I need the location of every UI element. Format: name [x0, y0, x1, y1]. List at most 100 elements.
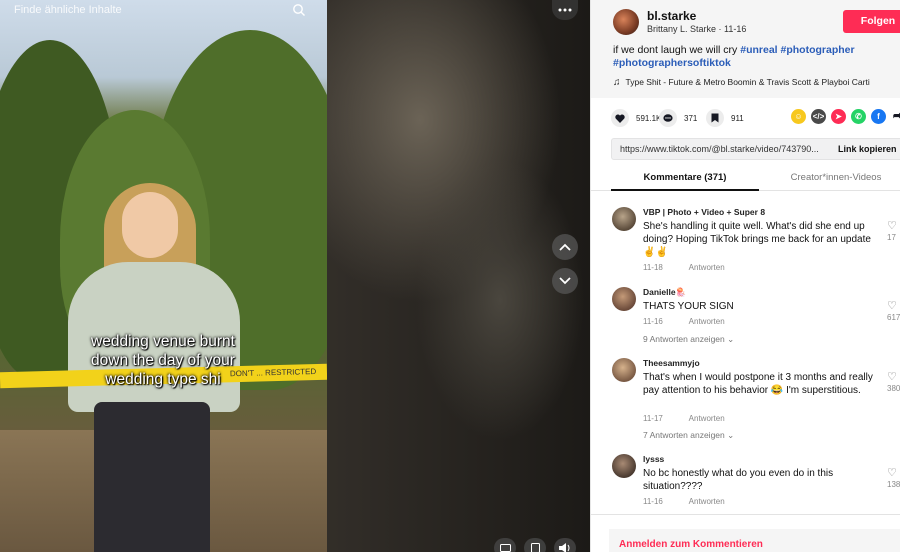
send-paper-plane-icon: ➤ [835, 112, 842, 121]
video-player[interactable]: DON'T ... RESTRICTED wedding venue burnt… [0, 0, 327, 552]
action-bar: 591.1K 371 911 ☺ </> ➤ ✆ f [611, 108, 900, 128]
comment-text: That's when I would postpone it 3 months… [643, 372, 873, 396]
like-button[interactable] [611, 109, 629, 127]
comment-date: 11-18 [643, 263, 663, 272]
picture-in-picture-button[interactable] [524, 538, 546, 552]
comment-like[interactable]: ♡ 138 [887, 466, 900, 489]
whatsapp-share-button[interactable]: ✆ [851, 109, 866, 124]
heart-outline-icon[interactable]: ♡ [887, 466, 900, 479]
pip-icon [530, 543, 540, 552]
comment-action[interactable]: 371 [659, 108, 697, 128]
comment-bubble-icon [663, 113, 673, 122]
caption-line: down the day of your [91, 352, 235, 369]
follow-button[interactable]: Folgen [843, 10, 900, 33]
next-video-button[interactable] [552, 268, 578, 294]
share-friends-button[interactable]: ☺ [791, 109, 806, 124]
commenter-username[interactable]: Theesammyjo [643, 358, 700, 368]
search-bar[interactable]: Finde ähnliche Inhalte [0, 0, 318, 22]
reply-button[interactable]: Antworten [689, 497, 725, 506]
commenter-username[interactable]: Danielle🪼 [643, 287, 686, 298]
hashtag-link[interactable]: #photographersoftiktok [613, 57, 731, 69]
video-caption: wedding venue burnt down the day of your… [50, 332, 276, 389]
volume-button[interactable] [554, 538, 576, 552]
heart-outline-icon[interactable]: ♡ [887, 370, 900, 383]
captions-button[interactable] [494, 538, 516, 552]
login-to-comment-link[interactable]: Anmelden zum Kommentieren [619, 539, 763, 550]
commenter-username[interactable]: VBP | Photo + Video + Super 8 [643, 207, 765, 217]
comment-button[interactable] [659, 109, 677, 127]
cc-icon [499, 544, 511, 552]
more-share-button[interactable]: ➦ [890, 109, 900, 124]
chevron-down-icon: ⌄ [727, 430, 735, 440]
caption-line: wedding venue burnt [91, 333, 235, 350]
login-to-comment-box[interactable]: Anmelden zum Kommentieren [609, 529, 900, 552]
commenter-avatar[interactable] [612, 287, 636, 311]
heart-outline-icon[interactable]: ♡ [887, 219, 900, 232]
speaker-icon [559, 543, 570, 552]
video-info-card: bl.starke Brittany L. Starke · 11-16 Fol… [591, 0, 900, 98]
reply-button[interactable]: Antworten [689, 414, 725, 423]
video-description: if we dont laugh we will cry #unreal #ph… [613, 44, 893, 70]
video-details-panel: bl.starke Brittany L. Starke · 11-16 Fol… [590, 0, 900, 552]
chevron-up-icon [559, 243, 571, 251]
commenter-username[interactable]: lysss [643, 454, 664, 464]
tab-creator-videos[interactable]: Creator*innen-Videos [766, 172, 900, 183]
comment-like[interactable]: ♡ 617 [887, 299, 900, 322]
comment-date: 11-16 [643, 497, 663, 506]
friends-share-icon: ☺ [794, 112, 803, 121]
send-button[interactable]: ➤ [831, 109, 846, 124]
comment-like[interactable]: ♡ 380 [887, 370, 900, 393]
comment-count: 371 [684, 113, 698, 123]
embed-button[interactable]: </> [811, 109, 826, 124]
chevron-down-icon: ⌄ [727, 334, 735, 344]
tab-comments[interactable]: Kommentare (371) [611, 172, 759, 191]
video-link-box: https://www.tiktok.com/@bl.starke/video/… [611, 138, 900, 160]
hashtag-link[interactable]: #photographer [781, 44, 855, 56]
author-subline: Brittany L. Starke · 11-16 [647, 24, 747, 34]
search-input[interactable]: Finde ähnliche Inhalte [14, 4, 122, 16]
video-link-url[interactable]: https://www.tiktok.com/@bl.starke/video/… [620, 144, 819, 154]
whatsapp-icon: ✆ [855, 112, 862, 121]
comment-meta: 11-16 Antworten [643, 497, 749, 506]
like-count: 591.1K [636, 113, 662, 123]
music-title[interactable]: Type Shit - Future & Metro Boomin & Trav… [626, 77, 870, 87]
view-replies-button[interactable]: 7 Antworten anzeigen ⌄ [643, 430, 734, 441]
commenter-avatar[interactable] [612, 207, 636, 231]
comment-like-count: 617 [887, 313, 900, 322]
commenter-avatar[interactable] [612, 454, 636, 478]
comment-meta: 11-17 Antworten [643, 414, 749, 423]
view-replies-label[interactable]: 9 Antworten anzeigen [643, 334, 725, 344]
save-action[interactable]: 911 [706, 108, 744, 128]
copy-link-button[interactable]: Link kopieren [838, 144, 897, 154]
embed-code-icon: </> [812, 112, 825, 121]
heart-outline-icon[interactable]: ♡ [887, 299, 900, 312]
reply-button[interactable]: Antworten [689, 317, 725, 326]
comment-text: She's handling it quite well. What's did… [643, 221, 871, 258]
comment-text: THATS YOUR SIGN [643, 301, 734, 312]
previous-video-button[interactable] [552, 234, 578, 260]
heart-icon [615, 114, 625, 123]
reply-button[interactable]: Antworten [689, 263, 725, 272]
comment-text: No bc honestly what do you even do in th… [643, 468, 834, 492]
facebook-share-button[interactable]: f [871, 109, 886, 124]
commenter-avatar[interactable] [612, 358, 636, 382]
music-link[interactable]: ♫ Type Shit - Future & Metro Boomin & Tra… [613, 77, 870, 88]
comment-tabs: Kommentare (371) Creator*innen-Videos [591, 166, 900, 191]
view-replies-label[interactable]: 7 Antworten anzeigen [643, 430, 725, 440]
comment-like[interactable]: ♡ 17 [887, 219, 900, 242]
view-replies-button[interactable]: 9 Antworten anzeigen ⌄ [643, 334, 734, 345]
video-area: DON'T ... RESTRICTED wedding venue burnt… [0, 0, 590, 552]
comment-meta: 11-18 Antworten [643, 263, 749, 272]
like-action[interactable]: 591.1K [611, 108, 661, 128]
comment-date: 11-16 [643, 317, 663, 326]
comment-login-bar: Anmelden zum Kommentieren [591, 514, 900, 552]
comment-like-count: 380 [887, 384, 900, 393]
save-button[interactable] [706, 109, 724, 127]
person-face [122, 192, 178, 258]
more-dots-icon [558, 8, 572, 12]
share-arrow-icon: ➦ [893, 110, 900, 122]
search-icon[interactable] [292, 3, 306, 17]
hashtag-link[interactable]: #unreal [740, 44, 777, 56]
author-avatar[interactable] [613, 9, 639, 35]
author-username[interactable]: bl.starke [647, 9, 696, 23]
